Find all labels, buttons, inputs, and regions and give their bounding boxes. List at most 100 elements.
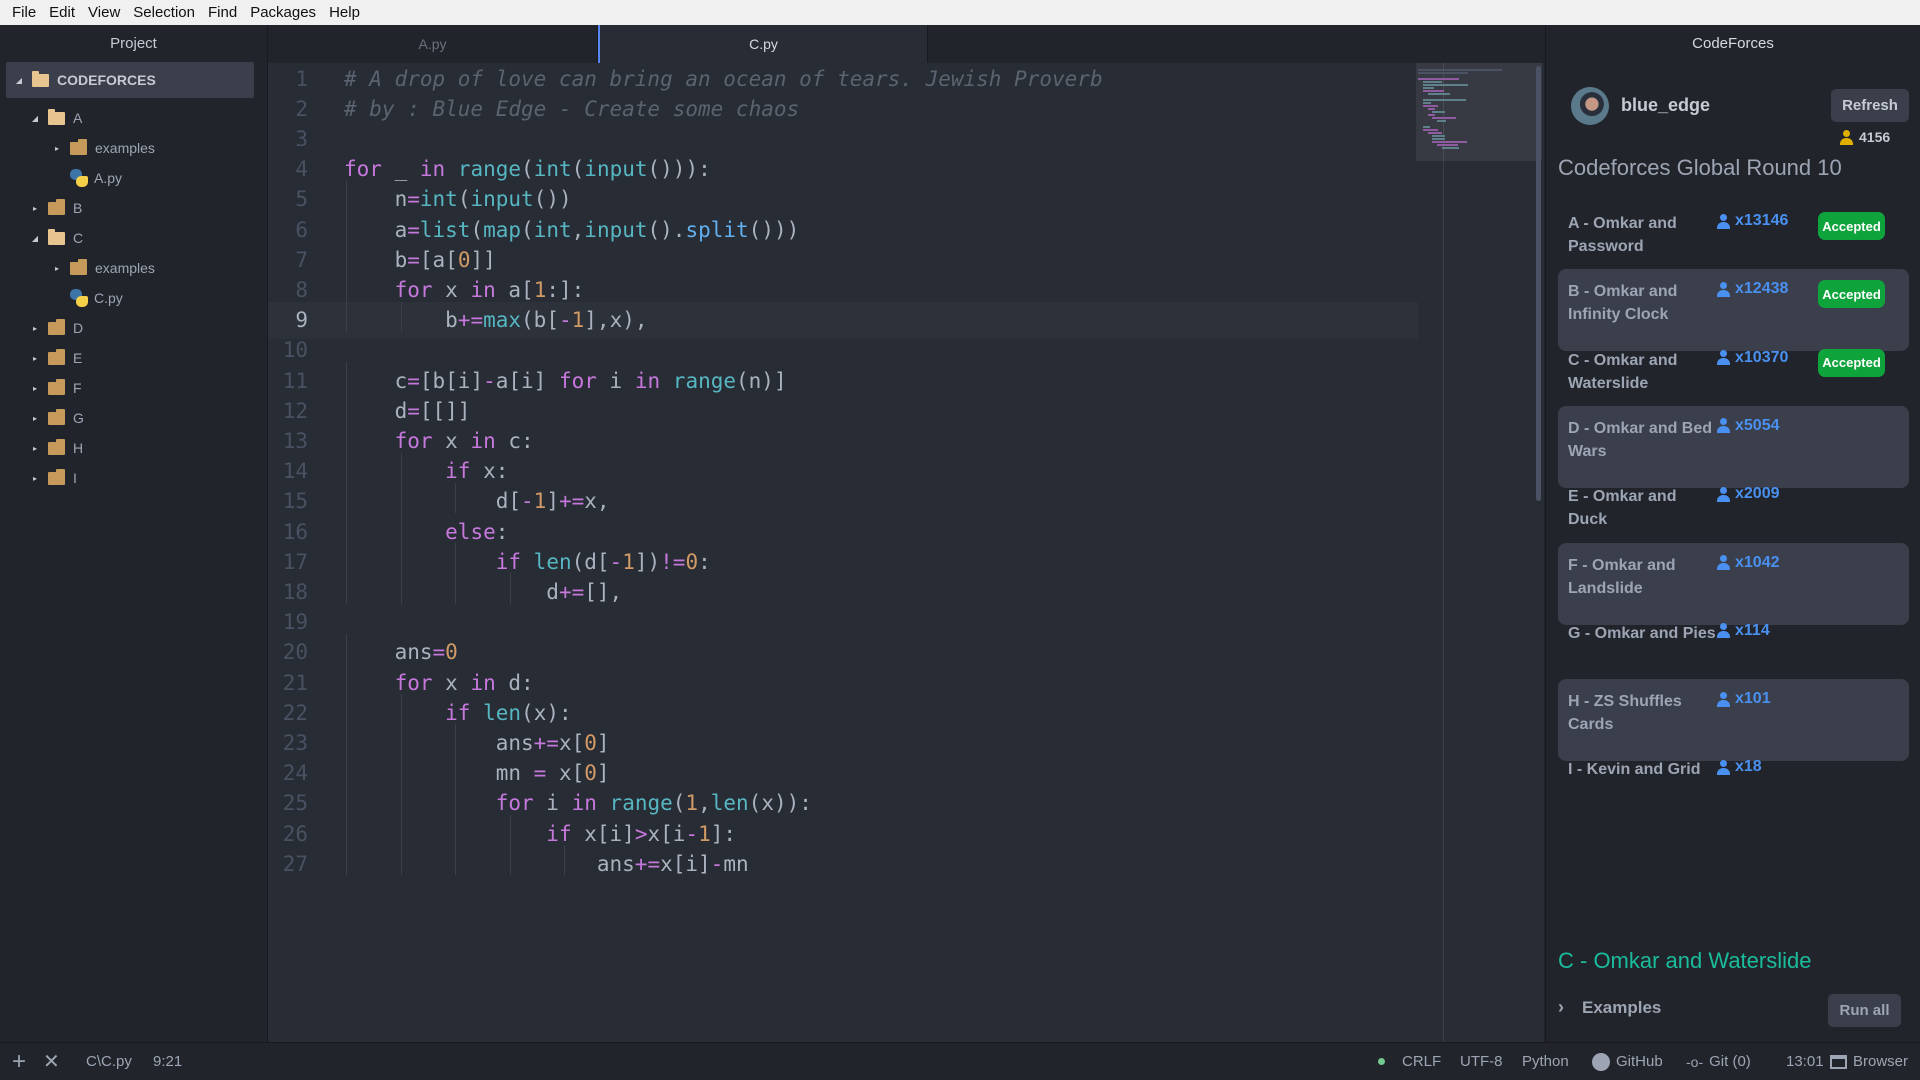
- line-number: 9: [295, 308, 308, 333]
- tree-item-label: A.py: [94, 170, 123, 186]
- problem-item[interactable]: I - Kevin and Grid x18: [1558, 747, 1909, 829]
- status-cursor-position[interactable]: 9:21: [153, 1053, 182, 1070]
- line-number: 17: [282, 549, 308, 574]
- minimap[interactable]: [1416, 63, 1542, 1042]
- collapse-arrow-icon[interactable]: ▸: [52, 144, 62, 153]
- tree-item[interactable]: A.py: [70, 163, 122, 193]
- collapse-arrow-icon[interactable]: ▸: [52, 264, 62, 273]
- tree-root-codeforces[interactable]: ◢ CODEFORCES: [6, 62, 254, 98]
- tree-item[interactable]: ▸ F: [30, 373, 82, 403]
- code-text: for i in range(1,len(x)):: [495, 791, 812, 816]
- expand-arrow-icon[interactable]: ◢: [30, 234, 40, 243]
- status-github[interactable]: GitHub: [1592, 1052, 1663, 1071]
- menu-edit[interactable]: Edit: [43, 4, 82, 21]
- problem-name[interactable]: B - Omkar and Infinity Clock: [1568, 280, 1718, 326]
- collapse-arrow-icon[interactable]: ▸: [30, 414, 40, 423]
- status-time: 13:01: [1786, 1053, 1824, 1070]
- tree-item[interactable]: ▸ B: [30, 193, 82, 223]
- indent-guide: [346, 392, 347, 423]
- collapse-arrow-icon[interactable]: ▸: [30, 324, 40, 333]
- code-text: # A drop of love can bring an ocean of t…: [344, 66, 1103, 91]
- tree-item[interactable]: ▸ D: [30, 313, 83, 343]
- minimap-line: [1432, 138, 1445, 140]
- collapse-arrow-icon[interactable]: ▸: [30, 384, 40, 393]
- github-label: GitHub: [1616, 1053, 1663, 1070]
- editor-tabs: A.py C.py: [268, 25, 1544, 63]
- indent-guide: [346, 482, 347, 513]
- problem-name[interactable]: A - Omkar and Password: [1568, 212, 1718, 258]
- examples-toggle[interactable]: › Examples: [1558, 997, 1661, 1018]
- indent-guide: [455, 784, 456, 815]
- problem-name[interactable]: G - Omkar and Pies: [1568, 622, 1718, 645]
- menu-help[interactable]: Help: [323, 4, 367, 21]
- status-line-ending[interactable]: CRLF: [1402, 1053, 1441, 1070]
- menu-find[interactable]: Find: [202, 4, 244, 21]
- line-number: 13: [282, 428, 308, 453]
- tree-item[interactable]: ◢ A: [30, 103, 82, 133]
- menu-file[interactable]: File: [6, 4, 43, 21]
- editor-scrollbar[interactable]: [1536, 66, 1541, 501]
- menu-selection[interactable]: Selection: [127, 4, 202, 21]
- refresh-button[interactable]: Refresh: [1831, 89, 1909, 122]
- tree-item[interactable]: ▸ G: [30, 403, 84, 433]
- status-browser[interactable]: Browser: [1830, 1053, 1908, 1070]
- user-icon: [1716, 555, 1730, 570]
- tree-item[interactable]: ◢ C: [30, 223, 83, 253]
- chevron-right-icon: ›: [1558, 997, 1564, 1017]
- collapse-arrow-icon[interactable]: ▸: [30, 474, 40, 483]
- status-git[interactable]: -o- Git (0): [1686, 1053, 1751, 1070]
- user-icon: [1716, 418, 1730, 434]
- problem-name[interactable]: F - Omkar and Landslide: [1568, 554, 1718, 600]
- problem-name[interactable]: E - Omkar and Duck: [1568, 485, 1718, 531]
- problem-name[interactable]: H - ZS Shuffles Cards: [1568, 690, 1718, 736]
- add-icon[interactable]: +: [12, 1048, 26, 1076]
- tree-item[interactable]: C.py: [70, 283, 123, 313]
- code-line[interactable]: 27 ans+=x[i]-mn: [268, 845, 1418, 882]
- indent-guide: [455, 543, 456, 574]
- status-grammar[interactable]: Python: [1522, 1053, 1569, 1070]
- solved-count-text: x10370: [1735, 348, 1789, 366]
- line-number: 7: [295, 247, 308, 272]
- tree-item[interactable]: ▸ I: [30, 463, 77, 493]
- tree-item-label: B: [73, 200, 83, 216]
- minimap-line: [1422, 87, 1434, 89]
- line-number: 12: [282, 398, 308, 423]
- code-editor[interactable]: 1 # A drop of love can bring an ocean of …: [268, 63, 1544, 1042]
- expand-arrow-icon[interactable]: ◢: [30, 114, 40, 123]
- tree-item[interactable]: ▸ H: [30, 433, 83, 463]
- user-icon: [1716, 623, 1730, 639]
- menu-packages[interactable]: Packages: [244, 4, 323, 21]
- close-icon[interactable]: ✕: [43, 1049, 60, 1074]
- status-encoding[interactable]: UTF-8: [1460, 1053, 1503, 1070]
- tree-item-label: F: [73, 380, 82, 396]
- examples-label: Examples: [1582, 997, 1662, 1017]
- indent-guide: [346, 754, 347, 785]
- tree-root-label: CODEFORCES: [57, 72, 156, 88]
- code-text: b+=max(b[-1],x),: [344, 308, 648, 333]
- tab-a-py[interactable]: A.py: [268, 25, 598, 63]
- collapse-arrow-icon[interactable]: ▸: [30, 444, 40, 453]
- tree-item[interactable]: ▸ examples: [52, 133, 155, 163]
- problem-name[interactable]: C - Omkar and Waterslide: [1568, 349, 1718, 395]
- menu-view[interactable]: View: [82, 4, 127, 21]
- tab-c-py[interactable]: C.py: [598, 25, 928, 63]
- git-commit-icon: -o-: [1686, 1053, 1704, 1070]
- run-all-button[interactable]: Run all: [1828, 994, 1901, 1027]
- indent-guide: [509, 845, 511, 876]
- avatar: [1571, 87, 1609, 125]
- minimap-line: [1437, 144, 1459, 146]
- line-number: 15: [282, 489, 308, 514]
- status-file-path[interactable]: C\C.py: [86, 1053, 132, 1070]
- minimap-line: [1422, 126, 1430, 128]
- problem-name[interactable]: I - Kevin and Grid: [1568, 758, 1718, 781]
- problem-solved-count: x101: [1716, 690, 1771, 708]
- problem-name[interactable]: D - Omkar and Bed Wars: [1568, 417, 1718, 463]
- collapse-arrow-icon[interactable]: ▸: [30, 354, 40, 363]
- collapse-arrow-icon[interactable]: ▸: [30, 204, 40, 213]
- tree-item[interactable]: ▸ E: [30, 343, 82, 373]
- indent-guide: [455, 815, 456, 846]
- expand-arrow-icon[interactable]: ◢: [14, 76, 24, 85]
- tree-item[interactable]: ▸ examples: [52, 253, 155, 283]
- folder-icon: [48, 378, 65, 395]
- solved-count-text: x12438: [1735, 280, 1789, 298]
